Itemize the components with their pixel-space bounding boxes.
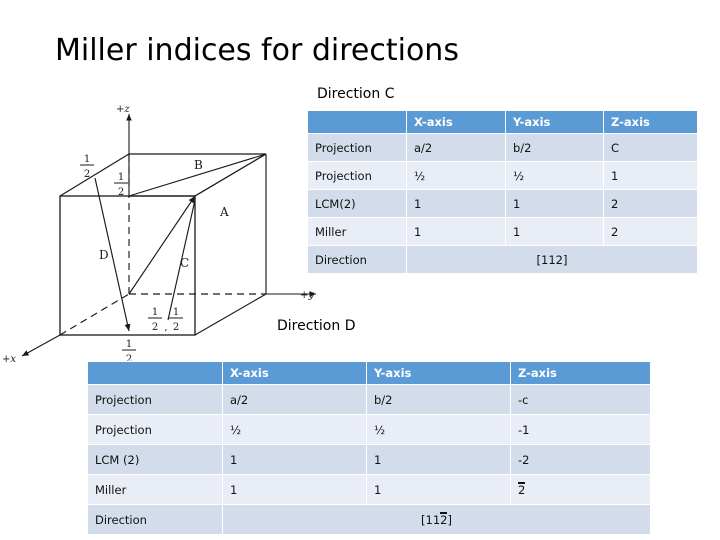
row-label: LCM (2) [88,445,222,474]
column-header-x-axis: X-axis [223,362,366,384]
cell-z-negative: 2 [511,475,650,504]
cell-y: ½ [367,415,510,444]
cell-y: b/2 [367,385,510,414]
table-header-row: X-axis Y-axis Z-axis [88,362,650,384]
row-label: Projection [88,415,222,444]
cell-direction-index: [112] [223,505,650,534]
svg-text:2: 2 [118,187,124,198]
cell-x: a/2 [407,134,505,161]
svg-text:1: 1 [152,307,158,318]
cell-y: 1 [506,218,603,245]
page-title: Miller indices for directions [55,33,459,68]
cell-x: a/2 [223,385,366,414]
svg-text:2: 2 [84,169,90,180]
cell-z: -2 [511,445,650,474]
row-label: Miller [88,475,222,504]
table-row: Miller 1 1 2 [308,218,697,245]
cell-x: 1 [407,218,505,245]
cell-z: -c [511,385,650,414]
cell-z: -1 [511,415,650,444]
column-header-z-axis: Z-axis [604,111,697,133]
svg-text:1: 1 [118,172,124,183]
cell-y: 1 [367,475,510,504]
table-row: Projection a/2 b/2 C [308,134,697,161]
direction-prefix: [112 [536,252,563,267]
vector-label-a: A [219,205,229,219]
cell-y: 1 [367,445,510,474]
cell-x: ½ [223,415,366,444]
cell-y: b/2 [506,134,603,161]
svg-text:2: 2 [152,322,158,333]
direction-suffix: ] [447,512,452,527]
row-label: Direction [308,246,406,273]
axis-label-x: +x [2,354,16,362]
table-row: Projection ½ ½ -1 [88,415,650,444]
cell-y: 1 [506,190,603,217]
table-row: LCM(2) 1 1 2 [308,190,697,217]
table-header-row: X-axis Y-axis Z-axis [308,111,697,133]
table-row: LCM (2) 1 1 -2 [88,445,650,474]
svg-text:,: , [164,322,167,333]
column-header-y-axis: Y-axis [506,111,603,133]
row-label: Miller [308,218,406,245]
table-row: Projection ½ ½ 1 [308,162,697,189]
vector-label-d: D [99,248,109,262]
table-row-miller: Miller 1 1 2 [88,475,650,504]
unit-cell-directions-diagram: B A C D +z +y +x 1 2 1 2 1 2 1 2 , 1 2 [0,100,320,362]
cell-z: 1 [604,162,697,189]
vector-label-b: B [194,158,203,172]
cell-x: 1 [407,190,505,217]
column-header-y-axis: Y-axis [367,362,510,384]
row-label: Projection [88,385,222,414]
table-row: Projection a/2 b/2 -c [88,385,650,414]
cell-x: 1 [223,475,366,504]
svg-text:1: 1 [126,339,132,350]
cell-x: 1 [223,445,366,474]
direction-d-caption: Direction D [277,318,356,334]
row-label: LCM(2) [308,190,406,217]
cell-y: ½ [506,162,603,189]
column-header-blank [88,362,222,384]
column-header-x-axis: X-axis [407,111,505,133]
direction-suffix: ] [562,252,568,267]
axis-label-y: +y [300,290,314,301]
direction-c-caption: Direction C [317,86,395,102]
cell-z: 2 [604,190,697,217]
direction-prefix: [11 [421,512,441,527]
overbar-digit: 2 [440,511,448,527]
table-row-direction: Direction [112] [308,246,697,273]
row-label: Direction [88,505,222,534]
svg-text:2: 2 [173,322,179,333]
cell-x: ½ [407,162,505,189]
overbar-digit: 2 [518,481,526,497]
cell-z: 2 [604,218,697,245]
svg-text:1: 1 [84,154,90,165]
cell-direction-index: [112] [407,246,697,273]
table-row-direction: Direction [112] [88,505,650,534]
column-header-z-axis: Z-axis [511,362,650,384]
row-label: Projection [308,134,406,161]
row-label: Projection [308,162,406,189]
cell-z: C [604,134,697,161]
svg-text:1: 1 [173,307,179,318]
vector-label-c: C [180,256,189,270]
direction-c-table: X-axis Y-axis Z-axis Projection a/2 b/2 … [307,110,698,274]
direction-d-table: X-axis Y-axis Z-axis Projection a/2 b/2 … [87,361,651,535]
column-header-blank [308,111,406,133]
axis-label-z: +z [116,104,130,115]
